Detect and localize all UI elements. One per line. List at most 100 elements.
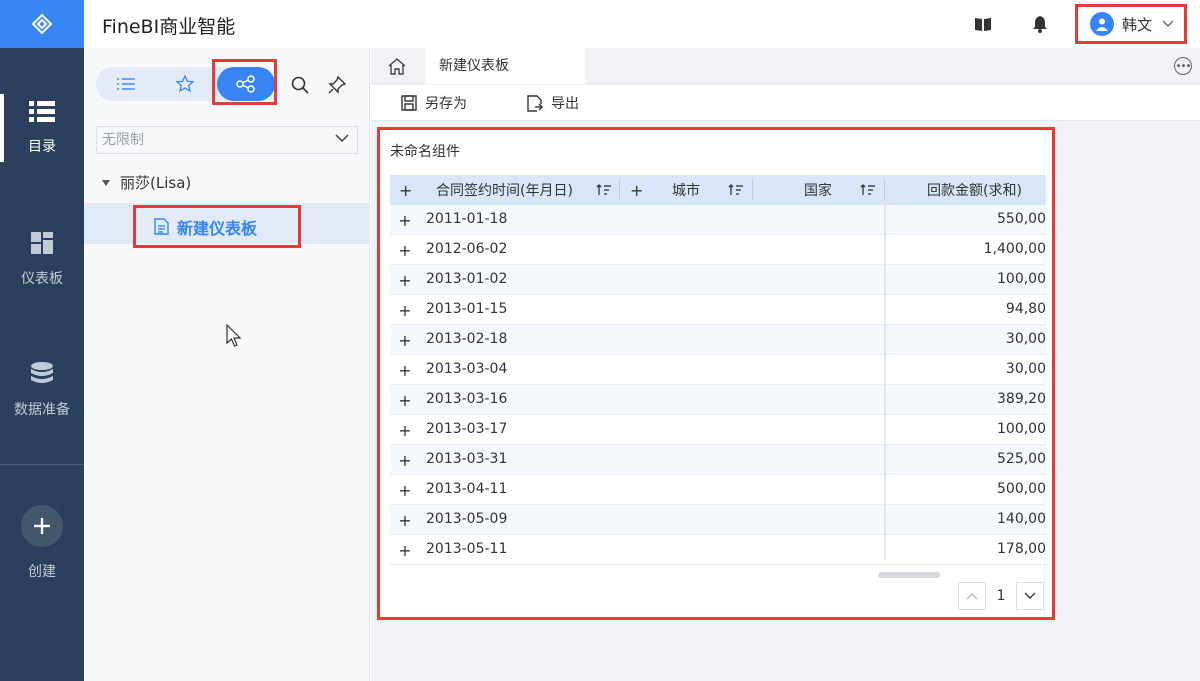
save-icon xyxy=(401,95,417,111)
rail-item-dashboard[interactable]: 仪表板 xyxy=(0,210,84,310)
widget-title: 未命名组件 xyxy=(390,144,460,160)
pagination: 1 xyxy=(958,582,1044,610)
document-icon xyxy=(154,218,169,235)
expand-row-icon[interactable]: + xyxy=(398,211,412,230)
filter-select[interactable]: 无限制 xyxy=(96,126,358,154)
chevron-down-icon xyxy=(1162,20,1174,27)
page-number: 1 xyxy=(996,588,1006,604)
table-row[interactable]: +2013-04-11 500,00 xyxy=(390,475,1046,505)
cell-amount: 500,00 xyxy=(997,481,1046,497)
page-up-button[interactable] xyxy=(958,582,986,610)
chevron-down-icon xyxy=(335,134,349,143)
rail-item-catalog[interactable]: 目录 xyxy=(0,78,84,178)
page-down-button[interactable] xyxy=(1016,582,1044,610)
expand-row-icon[interactable]: + xyxy=(398,271,412,290)
table-row[interactable]: +2011-01-18 550,00 xyxy=(390,205,1046,235)
table-row[interactable]: +2013-01-15 94,80 xyxy=(390,295,1046,325)
cell-date: 2013-04-11 xyxy=(426,481,508,497)
table-row[interactable]: +2012-06-02 1,400,00 xyxy=(390,235,1046,265)
user-name: 韩文 xyxy=(1122,15,1153,34)
rail-item-data-prep[interactable]: 数据准备 xyxy=(0,340,84,440)
sort-icon[interactable] xyxy=(860,175,876,205)
tab-bar: 新建仪表板 ••• xyxy=(371,48,1200,84)
cell-amount: 100,00 xyxy=(997,421,1046,437)
create-button[interactable]: 创建 xyxy=(0,505,84,581)
pin-icon[interactable] xyxy=(327,75,347,95)
favorites-view-button[interactable] xyxy=(156,67,214,101)
app-logo[interactable] xyxy=(0,0,84,48)
bell-icon[interactable] xyxy=(1030,14,1050,34)
expand-row-icon[interactable]: + xyxy=(398,541,412,560)
tree-item-highlight: 新建仪表板 xyxy=(133,205,301,248)
tree-item-label: 新建仪表板 xyxy=(177,218,258,238)
table-widget[interactable]: 未命名组件 + 合同签约时间(年月日) + 城市 国家 回款金额(求和) + 2… xyxy=(377,127,1055,620)
dashboard-icon xyxy=(31,232,53,258)
view-toggle xyxy=(96,67,276,101)
export-label: 导出 xyxy=(551,96,579,112)
save-as-button[interactable]: 另存为 xyxy=(401,93,467,113)
cell-date: 2013-03-31 xyxy=(426,451,508,467)
table-row[interactable]: +2013-03-17 100,00 xyxy=(390,415,1046,445)
list-icon xyxy=(117,78,135,90)
expand-all-icon[interactable]: + xyxy=(399,175,412,205)
rail-item-label: 仪表板 xyxy=(21,271,63,287)
sort-icon[interactable] xyxy=(728,175,744,205)
cell-amount: 94,80 xyxy=(1005,301,1046,317)
column-header-city[interactable]: 城市 xyxy=(672,175,700,205)
tab-new-dashboard[interactable]: 新建仪表板 xyxy=(425,48,585,84)
table-row[interactable]: +2013-03-04 30,00 xyxy=(390,355,1046,385)
expand-row-icon[interactable]: + xyxy=(398,391,412,410)
expand-row-icon[interactable]: + xyxy=(398,511,412,530)
plus-icon xyxy=(21,505,63,547)
expand-row-icon[interactable]: + xyxy=(398,481,412,500)
cell-amount: 140,00 xyxy=(997,511,1046,527)
caret-down-icon xyxy=(102,179,110,186)
column-divider xyxy=(884,205,886,560)
table-row[interactable]: +2013-03-16 389,20 xyxy=(390,385,1046,415)
export-button[interactable]: 导出 xyxy=(527,93,579,113)
share-view-button[interactable] xyxy=(217,67,275,101)
table-row[interactable]: +2013-02-18 30,00 xyxy=(390,325,1046,355)
cell-date: 2013-05-11 xyxy=(426,541,508,557)
cell-date: 2013-01-02 xyxy=(426,271,508,287)
cell-date: 2013-03-16 xyxy=(426,391,508,407)
create-label: 创建 xyxy=(28,564,56,580)
expand-icon[interactable]: + xyxy=(630,175,643,205)
star-icon xyxy=(176,75,194,93)
expand-row-icon[interactable]: + xyxy=(398,421,412,440)
user-menu[interactable]: 韩文 xyxy=(1075,4,1187,44)
expand-row-icon[interactable]: + xyxy=(398,301,412,320)
database-icon xyxy=(30,361,54,389)
table-row[interactable]: +2013-03-31 525,00 xyxy=(390,445,1046,475)
search-icon[interactable] xyxy=(290,75,310,95)
table-row[interactable]: +2013-05-09 140,00 xyxy=(390,505,1046,535)
cell-date: 2012-06-02 xyxy=(426,241,508,257)
expand-row-icon[interactable]: + xyxy=(398,331,412,350)
home-tab[interactable] xyxy=(371,48,423,84)
table-row[interactable]: +2013-01-02 100,00 xyxy=(390,265,1046,295)
column-header-country[interactable]: 国家 xyxy=(804,175,832,205)
expand-row-icon[interactable]: + xyxy=(398,361,412,380)
tree-folder-label: 丽莎(Lisa) xyxy=(120,174,192,192)
cell-date: 2013-02-18 xyxy=(426,331,508,347)
cell-amount: 30,00 xyxy=(1005,331,1046,347)
column-header-amount[interactable]: 回款金额(求和) xyxy=(927,175,1022,205)
cell-amount: 178,00 xyxy=(997,541,1046,557)
cell-amount: 550,00 xyxy=(997,211,1046,227)
more-options-icon[interactable]: ••• xyxy=(1174,57,1192,75)
column-header-date[interactable]: 合同签约时间(年月日) xyxy=(436,175,573,205)
horizontal-scrollbar[interactable] xyxy=(878,572,940,578)
list-view-button[interactable] xyxy=(97,67,155,101)
expand-row-icon[interactable]: + xyxy=(398,451,412,470)
tree-folder-lisa[interactable]: 丽莎(Lisa) xyxy=(102,172,191,193)
expand-row-icon[interactable]: + xyxy=(398,241,412,260)
cell-amount: 100,00 xyxy=(997,271,1046,287)
help-book-icon[interactable] xyxy=(973,14,993,34)
table-row[interactable]: +2013-05-11 178,00 xyxy=(390,535,1046,565)
chevron-up-icon xyxy=(966,593,978,600)
header-divider xyxy=(884,180,885,200)
tree-item-new-dashboard[interactable]: 新建仪表板 xyxy=(84,203,370,248)
save-as-label: 另存为 xyxy=(425,96,467,112)
sort-icon[interactable] xyxy=(596,175,612,205)
cell-date: 2013-03-17 xyxy=(426,421,508,437)
